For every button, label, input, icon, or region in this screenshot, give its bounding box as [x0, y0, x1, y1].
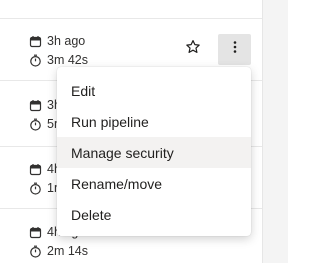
menu-item-manage-security[interactable]: Manage security — [57, 137, 251, 168]
stopwatch-icon — [29, 118, 42, 131]
menu-item-edit[interactable]: Edit — [57, 75, 251, 106]
side-panel-edge — [262, 0, 288, 263]
duration: 3m 42s — [29, 52, 88, 68]
more-vertical-icon — [233, 40, 237, 59]
duration-text: 3m 42s — [47, 53, 88, 67]
start-time: 3h ago — [29, 33, 85, 49]
calendar-icon — [29, 35, 42, 48]
stopwatch-icon — [29, 54, 42, 67]
calendar-icon — [29, 226, 42, 239]
row-divider — [0, 18, 262, 19]
menu-item-label: Edit — [71, 82, 96, 99]
menu-item-label: Delete — [71, 206, 112, 223]
stopwatch-icon — [29, 182, 42, 195]
start-time-text: 3h ago — [47, 34, 86, 48]
more-actions-button[interactable] — [218, 34, 251, 65]
stopwatch-icon — [29, 245, 42, 258]
menu-item-delete[interactable]: Delete — [57, 199, 251, 230]
calendar-icon — [29, 99, 42, 112]
duration-text: 2m 14s — [47, 244, 88, 258]
menu-item-run-pipeline[interactable]: Run pipeline — [57, 106, 251, 137]
menu-item-rename-move[interactable]: Rename/move — [57, 168, 251, 199]
context-menu: Edit Run pipeline Manage security Rename… — [57, 67, 251, 236]
favorite-button[interactable] — [183, 39, 203, 59]
calendar-icon — [29, 163, 42, 176]
duration: 2m 14s — [29, 243, 88, 259]
star-icon — [185, 39, 201, 60]
menu-item-label: Manage security — [71, 144, 174, 161]
menu-item-label: Run pipeline — [71, 113, 149, 130]
menu-item-label: Rename/move — [71, 175, 163, 192]
